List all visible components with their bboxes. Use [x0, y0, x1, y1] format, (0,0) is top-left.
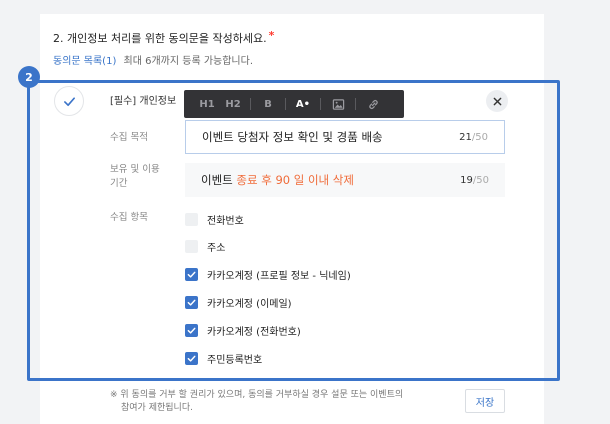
- required-mark: *: [268, 29, 275, 42]
- question-title: 2. 개인정보 처리를 위한 동의문을 작성하세요. *: [53, 29, 275, 46]
- consent-list-link[interactable]: 동의문 목록(1): [53, 56, 116, 67]
- save-button[interactable]: 저장: [465, 389, 505, 413]
- step-badge: 2: [18, 66, 40, 88]
- highlight-frame: [27, 80, 560, 381]
- page: 2. 개인정보 처리를 위한 동의문을 작성하세요. * 동의문 목록(1) 최대…: [0, 0, 610, 424]
- question-title-text: 2. 개인정보 처리를 위한 동의문을 작성하세요.: [53, 32, 267, 45]
- refusal-notice-line1: ※ 위 동의를 거부 할 권리가 있으며, 동의를 거부하실 경우 설문 또는 …: [110, 390, 404, 400]
- question-subtitle: 동의문 목록(1) 최대 6개까지 등록 가능합니다.: [53, 52, 253, 67]
- refusal-notice-line2: 참여가 제한됩니다.: [121, 403, 193, 413]
- refusal-notice: ※ 위 동의를 거부 할 권리가 있으며, 동의를 거부하실 경우 설문 또는 …: [110, 389, 450, 415]
- max-count-hint: 최대 6개까지 등록 가능합니다.: [123, 56, 254, 67]
